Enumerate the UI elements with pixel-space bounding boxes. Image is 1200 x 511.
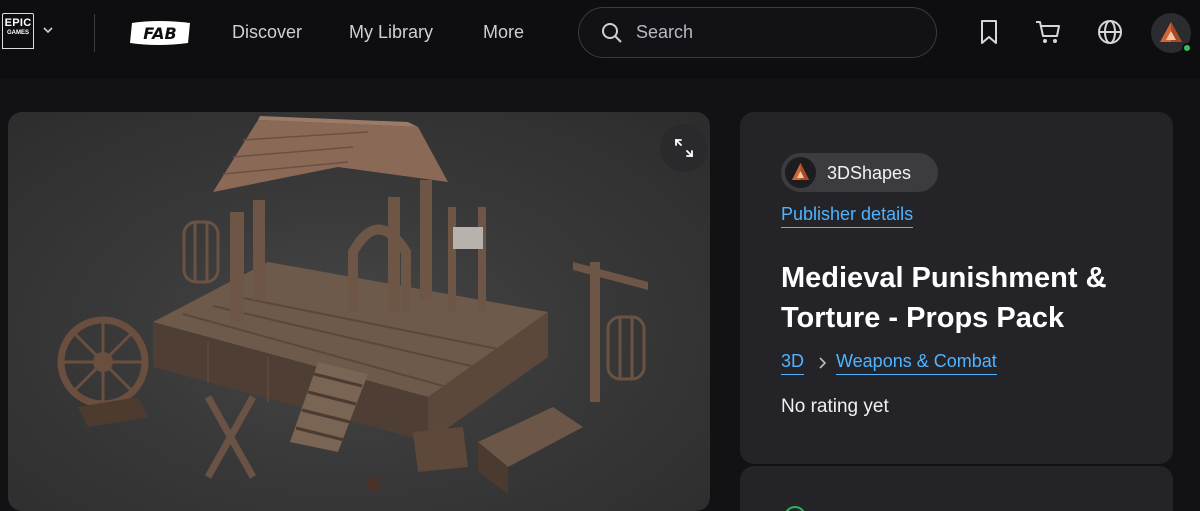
- epic-logo-subtext: GAMES: [6, 30, 29, 36]
- product-info-panel: 3DShapes Publisher details Medieval Puni…: [740, 112, 1173, 464]
- epic-logo-text: EPIC: [4, 17, 32, 29]
- product-media-viewer[interactable]: [8, 112, 710, 511]
- breadcrumb-weapons-combat[interactable]: Weapons & Combat: [836, 351, 997, 375]
- chevron-down-icon[interactable]: [42, 24, 54, 36]
- svg-text:FAB: FAB: [143, 24, 176, 43]
- breadcrumb-3d[interactable]: 3D: [781, 351, 805, 375]
- publisher-chip[interactable]: 3DShapes: [781, 153, 938, 192]
- top-nav-bar: EPIC GAMES FAB Discover My Library More …: [0, 0, 1200, 79]
- publisher-logo-icon: [792, 163, 809, 180]
- product-title: Medieval Punishment & Torture - Props Pa…: [781, 262, 1107, 334]
- status-indicator-icon: [784, 506, 806, 511]
- bookmark-icon[interactable]: [975, 18, 1003, 46]
- product-preview-image: [57, 116, 648, 494]
- publisher-avatar: [785, 157, 816, 188]
- search-icon: [602, 23, 622, 43]
- search-placeholder: Search: [636, 22, 694, 42]
- nav-divider: [94, 14, 95, 52]
- fab-logo[interactable]: FAB: [128, 19, 192, 47]
- search-input[interactable]: Search: [578, 7, 937, 58]
- expand-icon: [675, 139, 693, 157]
- nav-discover[interactable]: Discover: [232, 22, 302, 43]
- publisher-details-link[interactable]: Publisher details: [781, 204, 914, 228]
- nav-my-library[interactable]: My Library: [349, 22, 433, 43]
- globe-icon[interactable]: [1096, 18, 1124, 46]
- epic-games-logo[interactable]: EPIC GAMES: [2, 13, 34, 49]
- publisher-name: 3DShapes: [827, 163, 912, 183]
- online-status-indicator: [1182, 43, 1192, 53]
- cart-icon[interactable]: [1034, 18, 1062, 46]
- chevron-right-icon: [819, 357, 827, 369]
- rating-text: No rating yet: [781, 396, 889, 417]
- expand-button[interactable]: [660, 124, 708, 172]
- nav-more[interactable]: More: [483, 22, 524, 43]
- product-secondary-panel: [740, 466, 1173, 511]
